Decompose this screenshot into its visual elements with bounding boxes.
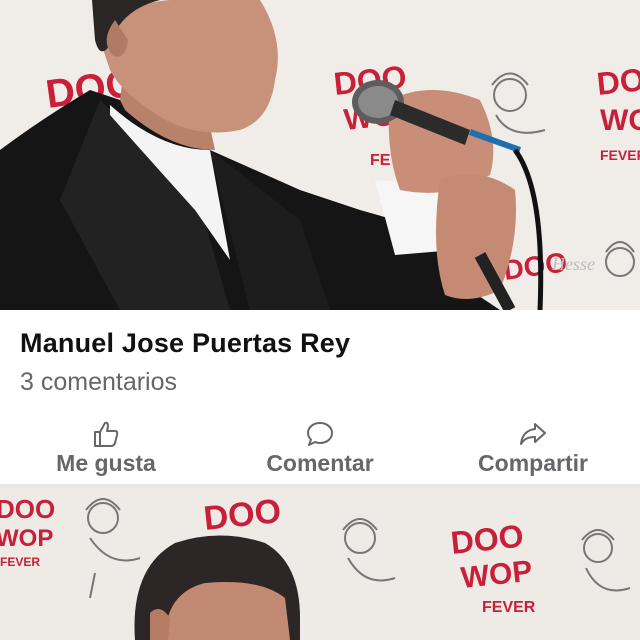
- like-button[interactable]: Me gusta: [16, 418, 196, 480]
- svg-text:WOP: WOP: [600, 104, 640, 137]
- like-label: Me gusta: [56, 450, 156, 476]
- post-photo-top[interactable]: DOO DOO WOP FEVER DOO WOP FEVER DOO: [0, 0, 640, 310]
- photo-watermark: Hesse: [551, 254, 595, 274]
- thumbs-up-icon: [94, 421, 119, 447]
- comments-count[interactable]: 3 comentarios: [20, 368, 177, 397]
- svg-text:DOO: DOO: [595, 59, 640, 102]
- comment-button[interactable]: Comentar: [230, 418, 410, 480]
- share-button[interactable]: Compartir: [443, 418, 623, 480]
- share-arrow-icon: [520, 423, 546, 445]
- post-footer: Manuel Jose Puertas Rey 3 comentarios Me…: [0, 310, 640, 484]
- svg-text:WOP: WOP: [0, 525, 53, 552]
- svg-text:FEVER: FEVER: [482, 599, 536, 616]
- singer-photo: DOO DOO WOP FEVER DOO WOP FEVER DOO: [0, 0, 640, 310]
- svg-text:FEVER: FEVER: [0, 555, 40, 569]
- svg-text:FEVER: FEVER: [600, 147, 640, 163]
- comment-label: Comentar: [266, 450, 374, 476]
- speech-bubble-icon: [307, 422, 333, 446]
- post-actions-bar: Me gusta Comentar Compartir: [0, 418, 640, 480]
- svg-text:DOO: DOO: [0, 494, 55, 524]
- post-photo-bottom[interactable]: DOO WOP FEVER DOO DOO WOP FEVER: [0, 488, 640, 640]
- share-label: Compartir: [478, 450, 588, 476]
- svg-text:DOO: DOO: [449, 518, 525, 561]
- post-author-name[interactable]: Manuel Jose Puertas Rey: [20, 328, 350, 359]
- svg-text:DOO: DOO: [202, 492, 283, 538]
- singer-photo-2: DOO WOP FEVER DOO DOO WOP FEVER: [0, 488, 640, 640]
